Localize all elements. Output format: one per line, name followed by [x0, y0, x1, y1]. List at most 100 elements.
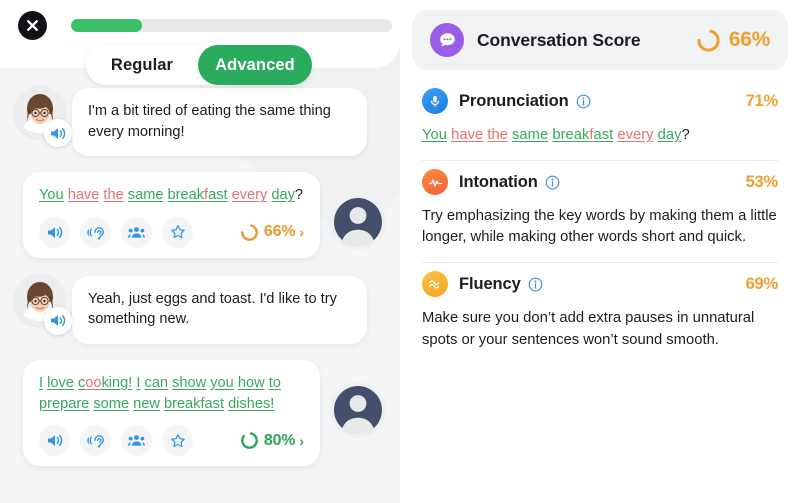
scored-word: ?	[681, 127, 690, 143]
message-actions: 66% ›	[39, 216, 306, 248]
chat-row-user: I love cooking! I can show you how to pr…	[14, 360, 386, 467]
chat-row-bot: I'm a bit tired of eating the same thing…	[14, 86, 386, 157]
metric-header: Fluency 69%	[422, 271, 779, 298]
scored-word: ast	[208, 187, 228, 204]
tab-regular[interactable]: Regular	[86, 45, 198, 85]
speaker-icon[interactable]	[44, 306, 72, 335]
listen-ear-icon[interactable]	[80, 425, 111, 457]
info-icon[interactable]	[576, 94, 591, 109]
chat-row-bot: Yeah, just eggs and toast. I'd like to t…	[14, 273, 386, 345]
avatar	[330, 194, 386, 251]
scored-word: You	[422, 127, 447, 143]
scored-word: the	[487, 127, 508, 143]
scored-sentence: I love cooking! I can show you how to pr…	[39, 373, 306, 415]
speaker-icon[interactable]	[44, 119, 72, 147]
score-value: 66%	[728, 28, 770, 51]
metric-percent: 71%	[745, 91, 779, 110]
metric-tip: Make sure you don’t add extra pauses in …	[422, 310, 755, 348]
metric-intonation: Intonation 53% Try emphasizing the key w…	[412, 161, 788, 248]
user-message-bubble: I love cooking! I can show you how to pr…	[23, 360, 320, 467]
app-root: Regular Advanced I'm a bit tired of eati…	[0, 0, 800, 503]
microphone-icon	[422, 88, 448, 114]
lesson-progress-bar	[71, 19, 392, 32]
feedback-panel: Conversation Score 66% Pronunciation 71%…	[400, 0, 800, 503]
scored-word: new	[133, 396, 160, 413]
scored-word: every	[231, 187, 268, 204]
scored-word: day	[657, 127, 682, 143]
conversation-score-card: Conversation Score 66%	[412, 10, 788, 70]
scored-word: same	[127, 187, 164, 204]
scored-word: break	[167, 187, 205, 204]
score-ring-icon	[697, 28, 720, 52]
scored-word: I	[136, 375, 141, 392]
fluency-wave-icon	[422, 271, 448, 298]
speaker-icon[interactable]	[39, 425, 70, 457]
tab-advanced[interactable]: Advanced	[198, 45, 312, 85]
metric-percent: 69%	[745, 274, 779, 293]
bot-message-bubble: Yeah, just eggs and toast. I'd like to t…	[72, 275, 367, 345]
metric-header: Pronunciation 71%	[422, 88, 778, 114]
chat-row-user: You have the same breakfast every day? 6…	[14, 172, 386, 258]
scored-word: show	[172, 375, 207, 392]
avatar	[330, 382, 386, 439]
metric-label: Fluency	[459, 274, 521, 293]
info-icon[interactable]	[528, 277, 543, 292]
scored-word: ?	[294, 187, 304, 204]
bot-avatar-wrap	[14, 86, 72, 147]
conversation-score: 66%	[696, 28, 770, 53]
scored-word: you	[210, 375, 234, 392]
chevron-right-icon: ›	[299, 432, 304, 449]
close-icon[interactable]	[18, 11, 47, 40]
lesson-progress-fill	[71, 19, 142, 32]
metric-label: Intonation	[459, 172, 538, 191]
metric-label: Pronunciation	[459, 91, 569, 110]
waveform-icon	[422, 169, 448, 196]
people-group-icon[interactable]	[121, 216, 152, 248]
scored-word: ast	[593, 127, 614, 143]
page-title: Conversation Score	[477, 29, 641, 50]
info-icon[interactable]	[545, 175, 560, 190]
scored-word: I	[39, 375, 44, 392]
speaker-icon[interactable]	[39, 216, 70, 248]
metric-sentence: You have the same breakfast every day?	[422, 125, 778, 146]
scored-word: prepare	[39, 396, 90, 413]
scored-word: break	[552, 127, 590, 143]
scored-word: dishes!	[228, 396, 275, 413]
chat-bubble-icon	[430, 23, 464, 57]
bot-message-bubble: I'm a bit tired of eating the same thing…	[72, 88, 367, 157]
scored-word: day	[271, 187, 295, 204]
listen-ear-icon[interactable]	[80, 216, 111, 248]
chevron-right-icon: ›	[299, 224, 304, 241]
star-icon[interactable]	[162, 216, 193, 248]
mode-toggle[interactable]: Regular Advanced	[86, 45, 312, 85]
people-group-icon[interactable]	[121, 425, 152, 457]
user-message-bubble: You have the same breakfast every day? 6…	[23, 172, 320, 258]
scored-word: to	[268, 375, 281, 392]
scored-word: You	[39, 187, 64, 204]
message-actions: 80% ›	[39, 425, 306, 457]
metric-tip: Try emphasizing the key words by making …	[422, 208, 777, 246]
conversation-panel: Regular Advanced I'm a bit tired of eati…	[0, 0, 400, 503]
message-score[interactable]: 66% ›	[240, 223, 306, 242]
scored-word: some	[93, 396, 130, 413]
scored-word: the	[103, 187, 124, 204]
scored-word: have	[451, 127, 484, 143]
metric-percent: 53%	[745, 172, 779, 191]
chat-message-list: I'm a bit tired of eating the same thing…	[0, 68, 400, 503]
message-score[interactable]: 80% ›	[240, 431, 306, 450]
scored-word: love	[47, 375, 74, 392]
metric-pronunciation: Pronunciation 71% You have the same brea…	[412, 80, 788, 146]
score-value: 66%	[263, 223, 296, 241]
metric-fluency: Fluency 69% Make sure you don’t add extr…	[412, 263, 788, 350]
score-value: 80%	[263, 431, 296, 449]
metric-header: Intonation 53%	[422, 169, 779, 196]
scored-word: breakfast	[163, 396, 224, 413]
star-icon[interactable]	[162, 425, 193, 457]
scored-word: can	[144, 375, 169, 392]
scored-word: have	[67, 187, 100, 204]
scored-word: every	[617, 127, 654, 143]
scored-word: king!	[101, 375, 133, 392]
bot-avatar-wrap	[14, 273, 72, 335]
scored-word: same	[512, 127, 549, 143]
scored-word: how	[237, 375, 265, 392]
